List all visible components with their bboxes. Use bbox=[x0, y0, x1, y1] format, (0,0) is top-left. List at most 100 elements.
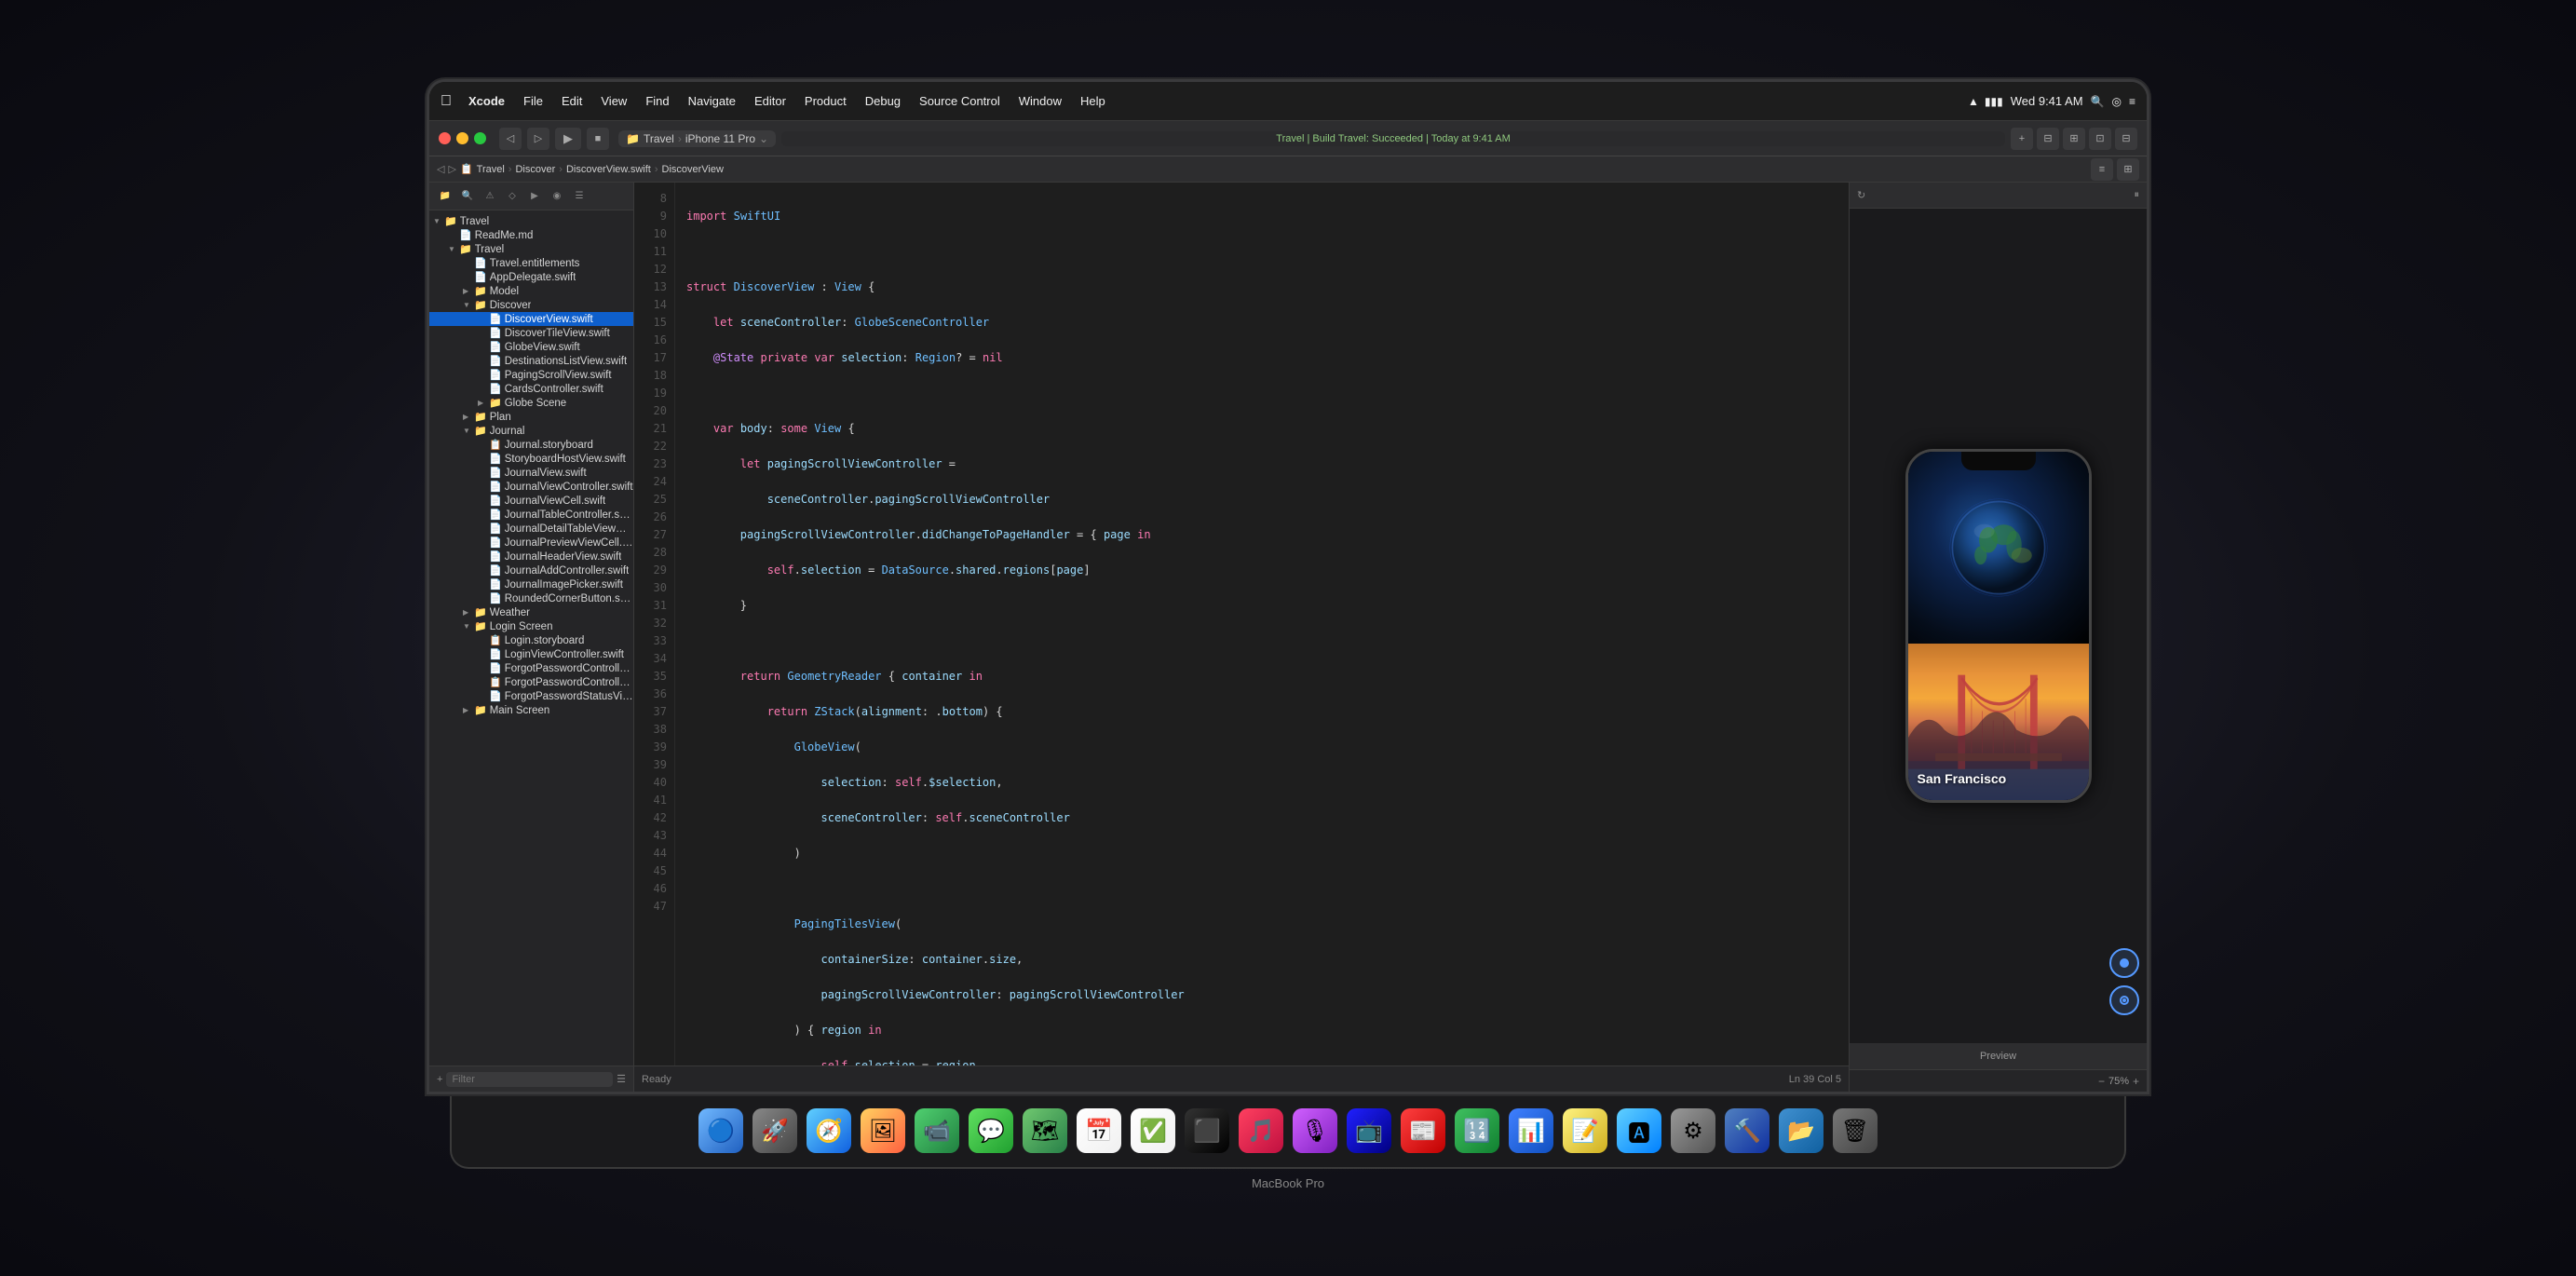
menu-source-control[interactable]: Source Control bbox=[912, 92, 1008, 110]
dock-trash[interactable]: 🗑 bbox=[1833, 1108, 1878, 1153]
inspector-btn[interactable]: ⊟ bbox=[2115, 128, 2137, 150]
code-area[interactable]: 8 9 10 11 12 13 14 15 16 17 18 19 bbox=[634, 183, 1849, 1066]
menu-help[interactable]: Help bbox=[1073, 92, 1113, 110]
tree-storyboardhost[interactable]: 📄 StoryboardHostView.swift bbox=[429, 452, 633, 466]
layout-btn-2[interactable]: ⊞ bbox=[2063, 128, 2085, 150]
breadcrumb-discover[interactable]: Discover bbox=[515, 164, 555, 175]
dock-appstore[interactable]: 🅰 bbox=[1617, 1108, 1661, 1153]
menu-editor[interactable]: Editor bbox=[747, 92, 793, 110]
tree-mainscreen[interactable]: ▶ 📁 Main Screen bbox=[429, 703, 633, 717]
tree-destinationslist[interactable]: 📄 DestinationsListView.swift bbox=[429, 354, 633, 368]
add-button[interactable]: + bbox=[2011, 128, 2033, 150]
maximize-button[interactable] bbox=[474, 132, 486, 144]
tree-discoverview[interactable]: 📄 DiscoverView.swift bbox=[429, 312, 633, 326]
tree-roundedcorner[interactable]: 📄 RoundedCornerButton.swift bbox=[429, 591, 633, 605]
tree-login-screen[interactable]: ▼ 📁 Login Screen bbox=[429, 619, 633, 633]
tree-pagingscroll[interactable]: 📄 PagingScrollView.swift bbox=[429, 368, 633, 382]
menu-debug[interactable]: Debug bbox=[858, 92, 908, 110]
tree-journaltable[interactable]: 📄 JournalTableController.swift bbox=[429, 508, 633, 522]
dock-keynote[interactable]: 📊 bbox=[1509, 1108, 1553, 1153]
tree-globeview[interactable]: 📄 GlobeView.swift bbox=[429, 340, 633, 354]
dock-xcode[interactable]: 🔨 bbox=[1725, 1108, 1769, 1153]
menu-file[interactable]: File bbox=[516, 92, 550, 110]
control-center-icon[interactable]: ≡ bbox=[2129, 95, 2135, 108]
breadcrumb-travel[interactable]: Travel bbox=[477, 164, 505, 175]
dock-numbers[interactable]: 🔢 bbox=[1455, 1108, 1499, 1153]
nav-prev[interactable]: ◁ bbox=[437, 163, 444, 175]
menu-edit[interactable]: Edit bbox=[554, 92, 590, 110]
tree-journalheader[interactable]: 📄 JournalHeaderView.swift bbox=[429, 550, 633, 563]
dock-facetime[interactable]: 📹 bbox=[915, 1108, 959, 1153]
forward-button[interactable]: ▷ bbox=[527, 128, 549, 150]
tree-journalcell[interactable]: 📄 JournalViewCell.swift bbox=[429, 494, 633, 508]
tree-entitlements[interactable]: 📄 Travel.entitlements bbox=[429, 256, 633, 270]
nav-tab-issues[interactable]: ⚠ bbox=[480, 187, 500, 206]
dock-folder[interactable]: 📂 bbox=[1779, 1108, 1824, 1153]
tree-travel[interactable]: ▼ 📁 Travel bbox=[429, 242, 633, 256]
editor-layout-btn-2[interactable]: ⊞ bbox=[2117, 158, 2139, 181]
tree-journalview[interactable]: 📄 JournalView.swift bbox=[429, 466, 633, 480]
zoom-out-button[interactable]: − bbox=[2098, 1075, 2105, 1088]
dock-launchpad[interactable]: 🚀 bbox=[752, 1108, 797, 1153]
editor-layout-btn-1[interactable]: ≡ bbox=[2091, 158, 2113, 181]
preview-refresh[interactable]: ↻ bbox=[1857, 189, 1865, 201]
breadcrumb-file[interactable]: DiscoverView.swift bbox=[566, 164, 651, 175]
run-button[interactable]: ▶ bbox=[555, 128, 581, 150]
nav-tab-search[interactable]: 🔍 bbox=[457, 187, 478, 206]
tree-root[interactable]: ▼ 📁 Travel bbox=[429, 214, 633, 228]
menu-window[interactable]: Window bbox=[1011, 92, 1069, 110]
siri-icon[interactable]: ◎ bbox=[2112, 95, 2122, 108]
scheme-selector[interactable]: 📁 Travel › iPhone 11 Pro ⌄ bbox=[618, 130, 776, 147]
tree-journalpreview[interactable]: 📄 JournalPreviewViewCell.swift bbox=[429, 536, 633, 550]
nav-tab-debug[interactable]: ▶ bbox=[524, 187, 545, 206]
menu-find[interactable]: Find bbox=[638, 92, 676, 110]
nav-next[interactable]: ▷ bbox=[448, 163, 455, 175]
tree-journaldetail[interactable]: 📄 JournalDetailTableViewCell.swift bbox=[429, 522, 633, 536]
dock-safari[interactable]: 🧭 bbox=[807, 1108, 851, 1153]
preview-pause[interactable]: ⏸ bbox=[2135, 189, 2140, 201]
dock-finder[interactable]: 🔵 bbox=[698, 1108, 743, 1153]
tree-journal-storyboard[interactable]: 📋 Journal.storyboard bbox=[429, 438, 633, 452]
tree-forgotpw[interactable]: 📄 ForgotPasswordController.swift bbox=[429, 661, 633, 675]
zoom-in-button[interactable]: + bbox=[2133, 1075, 2139, 1088]
preview-live-button[interactable] bbox=[2109, 948, 2139, 978]
add-file-button[interactable]: + bbox=[437, 1074, 442, 1085]
tree-journal-folder[interactable]: ▼ 📁 Journal bbox=[429, 424, 633, 438]
stop-button[interactable]: ■ bbox=[587, 128, 609, 150]
tree-forgotpwstatus[interactable]: 📄 ForgotPasswordStatusView.swift bbox=[429, 689, 633, 703]
menu-xcode[interactable]: Xcode bbox=[461, 92, 512, 110]
tree-appdelegate[interactable]: 📄 AppDelegate.swift bbox=[429, 270, 633, 284]
dock-tv[interactable]: 📺 bbox=[1347, 1108, 1391, 1153]
layout-btn-1[interactable]: ⊟ bbox=[2037, 128, 2059, 150]
dock-calendar[interactable]: 📅 bbox=[1077, 1108, 1121, 1153]
dock-photos[interactable]: 🖼 bbox=[861, 1108, 905, 1153]
tree-plan[interactable]: ▶ 📁 Plan bbox=[429, 410, 633, 424]
dock-notes[interactable]: 📝 bbox=[1563, 1108, 1607, 1153]
tree-cardscontroller[interactable]: 📄 CardsController.swift bbox=[429, 382, 633, 396]
layout-btn-3[interactable]: ⊡ bbox=[2089, 128, 2111, 150]
tree-model[interactable]: ▶ 📁 Model bbox=[429, 284, 633, 298]
tree-journalvc[interactable]: 📄 JournalViewController.swift bbox=[429, 480, 633, 494]
dock-reminders[interactable]: ✅ bbox=[1131, 1108, 1175, 1153]
dock-terminal[interactable]: ⬛ bbox=[1185, 1108, 1229, 1153]
dock-sysprefs[interactable]: ⚙ bbox=[1671, 1108, 1715, 1153]
tree-journaladd[interactable]: 📄 JournalAddController.swift bbox=[429, 563, 633, 577]
apple-logo[interactable]:  bbox=[441, 93, 452, 110]
tree-imagepicker[interactable]: 📄 JournalImagePicker.swift bbox=[429, 577, 633, 591]
tree-weather[interactable]: ▶ 📁 Weather bbox=[429, 605, 633, 619]
nav-tab-tests[interactable]: ◇ bbox=[502, 187, 522, 206]
search-icon[interactable]: 🔍 bbox=[2091, 95, 2105, 108]
dock-music[interactable]: 🎵 bbox=[1239, 1108, 1283, 1153]
preview-pin-button[interactable] bbox=[2109, 985, 2139, 1015]
menu-view[interactable]: View bbox=[593, 92, 634, 110]
breadcrumb-symbol[interactable]: DiscoverView bbox=[662, 164, 724, 175]
tree-readme[interactable]: 📄 ReadMe.md bbox=[429, 228, 633, 242]
filter-options[interactable]: ☰ bbox=[617, 1073, 626, 1085]
menu-navigate[interactable]: Navigate bbox=[681, 92, 743, 110]
nav-tab-reports[interactable]: ☰ bbox=[569, 187, 590, 206]
nav-tab-files[interactable]: 📁 bbox=[435, 187, 455, 206]
close-button[interactable] bbox=[439, 132, 451, 144]
menu-product[interactable]: Product bbox=[797, 92, 854, 110]
tree-discovertileview[interactable]: 📄 DiscoverTileView.swift bbox=[429, 326, 633, 340]
dock-maps[interactable]: 🗺 bbox=[1023, 1108, 1067, 1153]
